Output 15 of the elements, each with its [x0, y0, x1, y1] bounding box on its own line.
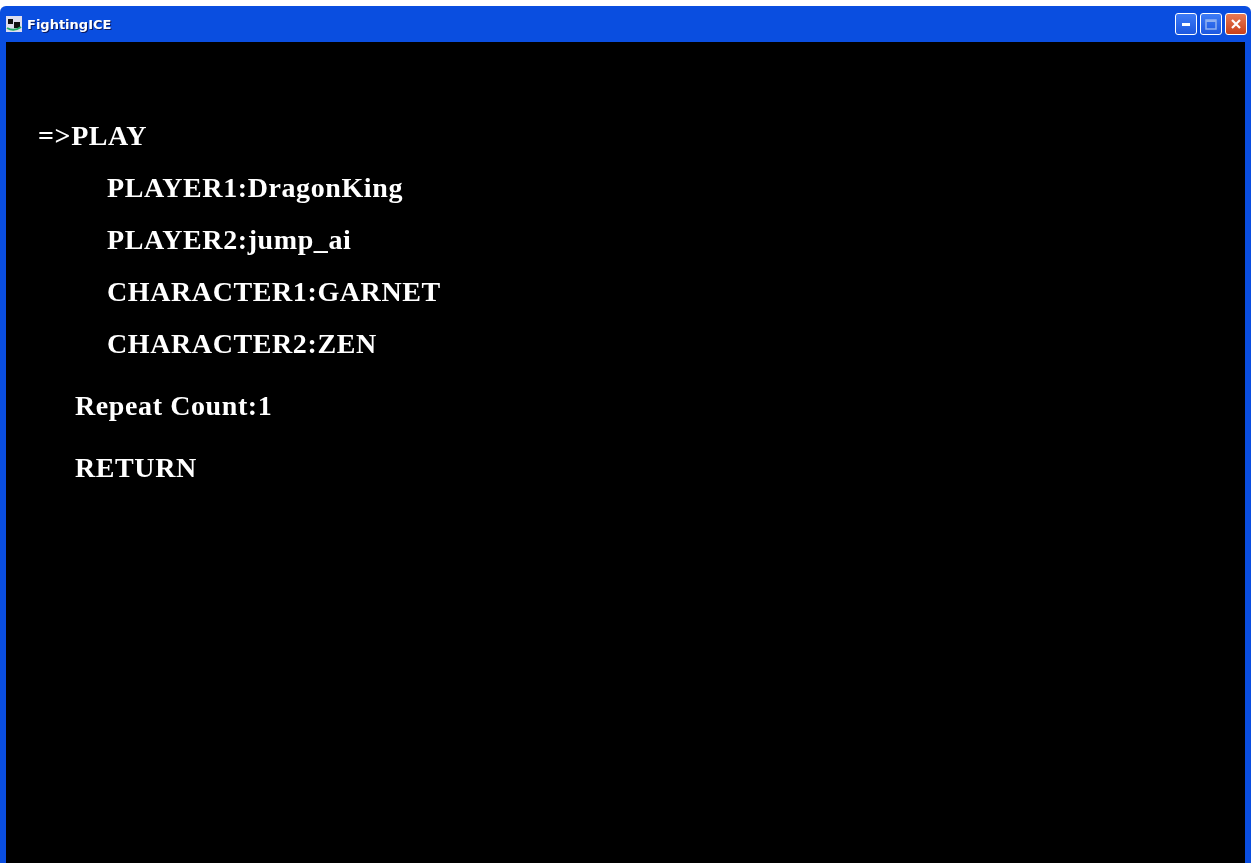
- maximize-icon: [1205, 18, 1217, 30]
- minimize-icon: [1182, 22, 1190, 26]
- menu-item[interactable]: CHARACTER1:GARNET: [107, 276, 441, 308]
- window-title: FightingICE: [27, 16, 112, 32]
- menu-item[interactable]: CHARACTER2:ZEN: [107, 328, 377, 360]
- maximize-button[interactable]: [1200, 13, 1222, 35]
- menu-item[interactable]: RETURN: [75, 452, 197, 484]
- menu-item[interactable]: Repeat Count:1: [75, 390, 273, 422]
- close-icon: [1230, 18, 1242, 30]
- menu-item[interactable]: PLAYER1:DragonKing: [107, 172, 404, 204]
- app-icon: [6, 16, 22, 32]
- menu-item[interactable]: =>PLAY: [38, 120, 148, 152]
- minimize-button[interactable]: [1175, 13, 1197, 35]
- close-button[interactable]: [1225, 13, 1247, 35]
- menu-item[interactable]: PLAYER2:jump_ai: [107, 224, 352, 256]
